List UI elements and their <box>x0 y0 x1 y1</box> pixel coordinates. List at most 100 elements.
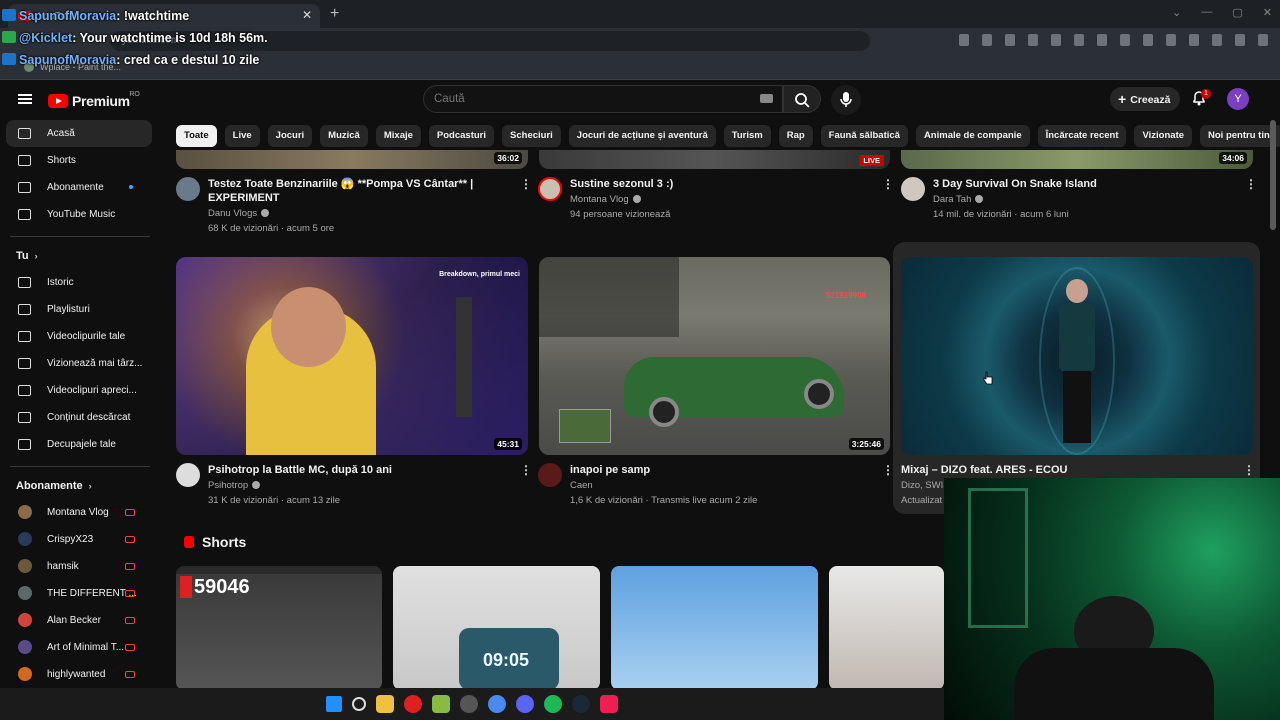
extension-icon[interactable] <box>1074 34 1084 46</box>
file-explorer-icon[interactable] <box>376 695 394 713</box>
channel-name[interactable]: Dizo, SWIS <box>901 480 950 491</box>
short-card[interactable] <box>829 566 944 690</box>
sidebar-item[interactable]: Conținut descărcat <box>0 404 160 431</box>
channel-avatar[interactable] <box>901 177 925 201</box>
sidebar-item[interactable]: Alan Becker <box>0 607 160 634</box>
filter-chip[interactable]: Podcasturi <box>428 125 495 147</box>
extension-icon[interactable] <box>1166 34 1176 46</box>
search-input[interactable] <box>423 85 783 113</box>
extension-icon[interactable] <box>1097 34 1107 46</box>
short-card[interactable]: 09:05 <box>393 566 600 690</box>
more-options-icon[interactable]: ⋮ <box>882 177 894 191</box>
channel-avatar[interactable] <box>176 177 200 201</box>
sidebar-item[interactable]: Abonamente <box>0 174 160 201</box>
filter-chip[interactable]: Muzică <box>320 125 368 147</box>
short-card[interactable] <box>611 566 818 690</box>
video-thumbnail[interactable]: 34:06 <box>901 150 1253 169</box>
search-button[interactable] <box>783 85 821 113</box>
sidebar-item[interactable]: Playlisturi <box>0 296 160 323</box>
sidebar-you-header[interactable]: Tu › <box>0 243 160 269</box>
sidebar-item[interactable]: Montana Vlog <box>0 499 160 526</box>
filter-chip[interactable]: Toate <box>176 125 217 147</box>
sidebar-item[interactable]: Videoclipuri apreci... <box>0 377 160 404</box>
sidebar-item[interactable]: Istoric <box>0 269 160 296</box>
video-thumbnail[interactable]: Breakdown, primul meci 45:31 <box>176 257 528 455</box>
video-title[interactable]: Sustine sezonul 3 :) <box>570 177 870 191</box>
extension-icon[interactable] <box>1143 34 1153 46</box>
spotify-icon[interactable] <box>544 695 562 713</box>
minimize-icon[interactable]: — <box>1201 6 1212 19</box>
media-player-icon[interactable] <box>404 695 422 713</box>
channel-avatar[interactable] <box>538 463 562 487</box>
keyboard-icon[interactable] <box>760 94 773 103</box>
channel-name[interactable]: Montana Vlog <box>570 194 641 205</box>
obs-icon[interactable] <box>460 695 478 713</box>
tiktok-icon[interactable] <box>600 695 618 713</box>
sidebar-item[interactable]: YouTube Music <box>0 201 160 228</box>
video-thumbnail[interactable] <box>901 257 1253 455</box>
filter-chip[interactable]: Animale de companie <box>915 125 1030 147</box>
filter-chip[interactable]: Faună sălbatică <box>820 125 908 147</box>
filter-chip[interactable]: Noi pentru tine <box>1200 125 1280 147</box>
extension-icon[interactable] <box>1028 34 1038 46</box>
windows-start-icon[interactable] <box>326 696 342 712</box>
close-tab-icon[interactable]: ✕ <box>302 8 312 22</box>
sidebar-item[interactable]: Decupajele tale <box>0 431 160 458</box>
more-options-icon[interactable]: ⋮ <box>882 463 894 477</box>
video-thumbnail[interactable]: LIVE <box>539 150 890 169</box>
page-scrollbar[interactable] <box>1270 120 1276 230</box>
short-card[interactable]: 59046 <box>176 566 382 690</box>
extension-icon[interactable] <box>1120 34 1130 46</box>
sidebar-item[interactable]: THE DIFFERENT ... <box>0 580 160 607</box>
channel-avatar-live[interactable] <box>538 177 562 201</box>
filter-chip[interactable]: Încărcate recent <box>1037 125 1127 147</box>
more-options-icon[interactable]: ⋮ <box>520 177 532 191</box>
filter-chip[interactable]: Live <box>224 125 260 147</box>
video-thumbnail[interactable]: 36:02 <box>176 150 528 169</box>
channel-avatar[interactable] <box>176 463 200 487</box>
filter-chip[interactable]: Turism <box>723 125 771 147</box>
filter-chip[interactable]: Vizionate <box>1134 125 1193 147</box>
more-options-icon[interactable]: ⋮ <box>520 463 532 477</box>
video-title[interactable]: Testez Toate Benzinariile 😱 **Pompa VS C… <box>208 177 508 205</box>
filter-chip[interactable]: Rap <box>778 125 813 147</box>
minecraft-icon[interactable] <box>432 695 450 713</box>
filter-chip[interactable]: Scheciuri <box>502 125 561 147</box>
voice-search-button[interactable] <box>831 85 861 115</box>
maximize-icon[interactable]: ▢ <box>1232 6 1242 19</box>
video-title[interactable]: Psihotrop la Battle MC, după 10 ani <box>208 463 508 477</box>
more-options-icon[interactable]: ⋮ <box>1243 463 1255 477</box>
filter-chip[interactable]: Jocuri <box>267 125 313 147</box>
sidebar-item[interactable]: Acasă <box>6 120 152 147</box>
youtube-logo[interactable]: Premium RO <box>48 91 140 109</box>
new-tab-button[interactable]: + <box>330 5 339 23</box>
menu-icon[interactable] <box>1258 34 1268 46</box>
sidebar-item[interactable]: Videoclipurile tale <box>0 323 160 350</box>
tab-search-icon[interactable]: ⌄ <box>1172 6 1181 19</box>
sidebar-item[interactable]: Vizionează mai târz... <box>0 350 160 377</box>
channel-name[interactable]: Caen <box>570 480 593 491</box>
extension-icon[interactable] <box>959 34 969 46</box>
filter-chip[interactable]: Mixaje <box>375 125 421 147</box>
extension-icon[interactable] <box>1005 34 1015 46</box>
steam-icon[interactable] <box>572 695 590 713</box>
more-options-icon[interactable]: ⋮ <box>1245 177 1257 191</box>
sidebar-subscriptions-header[interactable]: Abonamente › <box>0 473 160 499</box>
extension-icon[interactable] <box>1189 34 1199 46</box>
video-title[interactable]: 3 Day Survival On Snake Island <box>933 177 1233 191</box>
close-window-icon[interactable]: ✕ <box>1263 6 1272 19</box>
chrome-icon[interactable] <box>488 695 506 713</box>
sidebar-item[interactable]: Shorts <box>0 147 160 174</box>
filter-chip[interactable]: Jocuri de acțiune și aventură <box>568 125 716 147</box>
extension-icon[interactable] <box>982 34 992 46</box>
sidebar-item[interactable]: highlywanted <box>0 661 160 688</box>
extension-icon[interactable] <box>1212 34 1222 46</box>
video-thumbnail[interactable]: 521929908 3:25:46 <box>539 257 890 455</box>
sidebar-item[interactable]: CrispyX23 <box>0 526 160 553</box>
extension-icon[interactable] <box>1051 34 1061 46</box>
channel-name[interactable]: Dara Tah <box>933 194 984 205</box>
channel-name[interactable]: Danu Vlogs <box>208 208 270 219</box>
sidebar-item[interactable]: Art of Minimal T... <box>0 634 160 661</box>
search-icon[interactable] <box>352 697 366 711</box>
channel-name[interactable]: Psihotrop <box>208 480 261 491</box>
